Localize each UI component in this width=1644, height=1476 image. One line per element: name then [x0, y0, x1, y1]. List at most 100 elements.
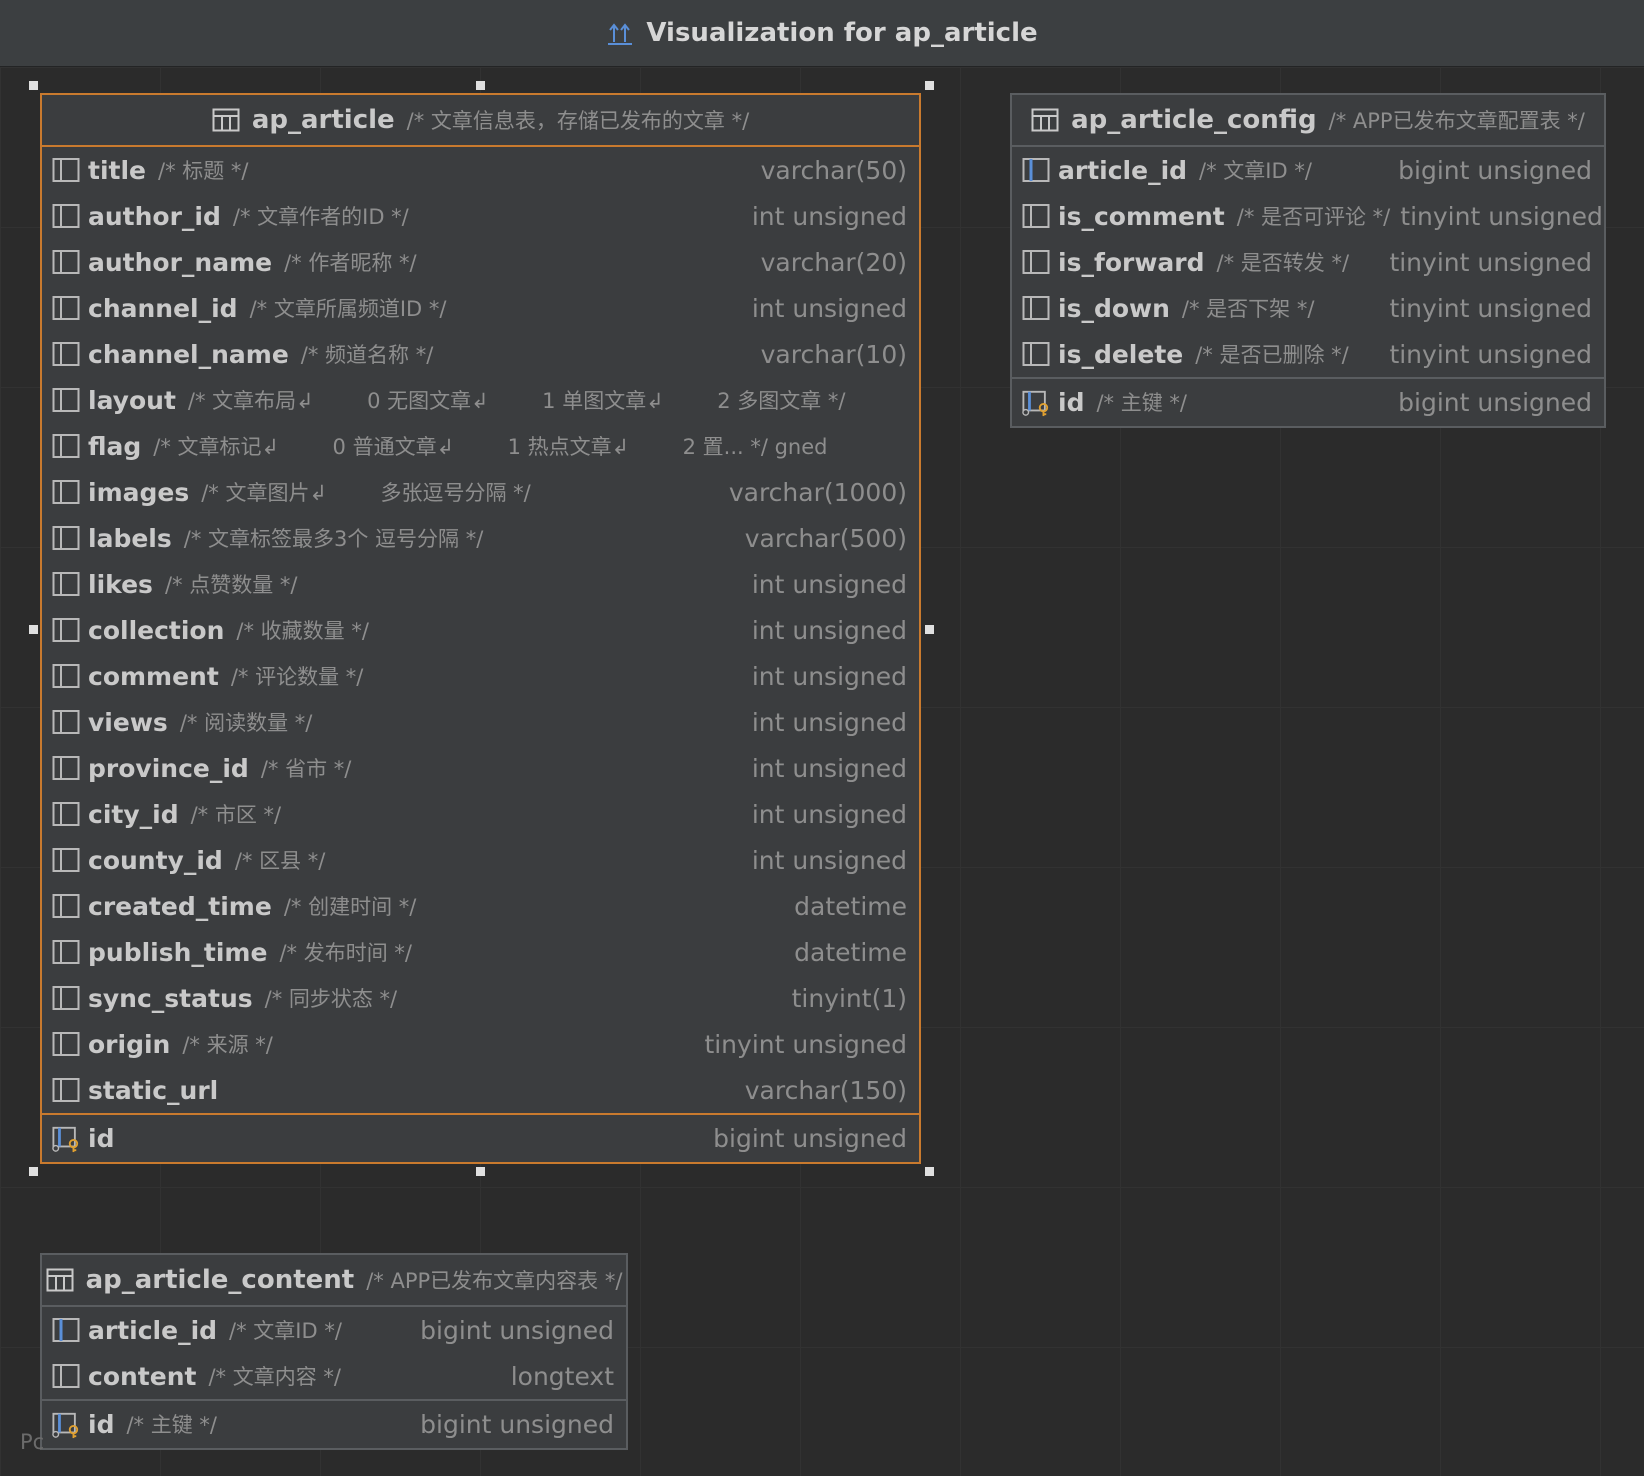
resize-handle-bottom-left[interactable]	[29, 1167, 38, 1176]
column-icon	[52, 755, 80, 781]
column-row[interactable]: is_delete /* 是否已删除 */ tinyint unsigned	[1012, 331, 1604, 377]
column-row[interactable]: comment /* 评论数量 */ int unsigned	[42, 653, 919, 699]
column-name: flag	[88, 431, 142, 461]
column-type: tinyint unsigned	[704, 1029, 907, 1059]
canvas-footer-text: Pc	[20, 1430, 45, 1454]
column-row[interactable]: author_id /* 文章作者的ID */ int unsigned	[42, 193, 919, 239]
column-name: origin	[88, 1029, 171, 1059]
column-comment: /* 同步状态 */	[264, 987, 398, 1011]
column-type: varchar(50)	[760, 155, 907, 185]
column-comment: /* 文章ID */	[1199, 159, 1312, 183]
column-comment: /* 省市 */	[260, 757, 352, 781]
table-ap-article-config[interactable]: ap_article_config /* APP已发布文章配置表 */ articl…	[1010, 93, 1606, 428]
column-comment: /* 收藏数量 */	[236, 619, 369, 643]
column-row[interactable]: likes /* 点赞数量 */ int unsigned	[42, 561, 919, 607]
column-name: title	[88, 155, 146, 185]
column-icon	[52, 525, 80, 551]
table-ap-article-content[interactable]: ap_article_content /* APP已发布文章内容表 */ artic…	[40, 1253, 628, 1450]
column-icon	[52, 801, 80, 827]
column-comment: /* 区县 */	[234, 849, 326, 873]
column-type: int unsigned	[751, 615, 907, 645]
column-name: collection	[88, 615, 225, 645]
column-row[interactable]: publish_time /* 发布时间 */ datetime	[42, 929, 919, 975]
foreign-key-column-icon	[1022, 157, 1050, 183]
column-row[interactable]: is_forward /* 是否转发 */ tinyint unsigned	[1012, 239, 1604, 285]
column-row[interactable]: author_name /* 作者昵称 */ varchar(20)	[42, 239, 919, 285]
table-icon	[1031, 108, 1059, 132]
resize-handle-top-left[interactable]	[29, 81, 38, 90]
column-comment: /* 文章ID */	[229, 1319, 342, 1343]
column-row[interactable]: origin /* 来源 */ tinyint unsigned	[42, 1021, 919, 1067]
table-header[interactable]: ap_article_config /* APP已发布文章配置表 */	[1012, 95, 1604, 147]
table-ap-article[interactable]: ap_article /* 文章信息表，存储已发布的文章 */ title /* 标题…	[40, 93, 921, 1164]
column-row[interactable]: article_id /* 文章ID */ bigint unsigned	[1012, 147, 1604, 193]
column-icon	[1022, 249, 1050, 275]
column-icon	[52, 985, 80, 1011]
table-name: ap_article	[251, 105, 395, 135]
column-icon	[1022, 203, 1050, 229]
resize-handle-top-right[interactable]	[925, 81, 934, 90]
resize-handle-top-center[interactable]	[476, 81, 485, 90]
column-icon	[52, 157, 80, 183]
column-row[interactable]: city_id /* 市区 */ int unsigned	[42, 791, 919, 837]
foreign-key-column-icon	[52, 1317, 80, 1343]
table-header[interactable]: ap_article /* 文章信息表，存储已发布的文章 */	[42, 95, 919, 147]
primary-key-row[interactable]: id /* 主键 */ bigint unsigned	[1012, 377, 1604, 425]
column-comment: /* 文章标记↲ 0 普通文章↲ 1 热点文章↲ 2 置... */ gned	[153, 435, 828, 459]
column-row[interactable]: province_id /* 省市 */ int unsigned	[42, 745, 919, 791]
column-icon	[52, 387, 80, 413]
column-row[interactable]: layout /* 文章布局↲ 0 无图文章↲ 1 单图文章↲ 2 多图文章 */	[42, 377, 919, 423]
resize-handle-middle-left[interactable]	[29, 625, 38, 634]
column-row[interactable]: channel_name /* 频道名称 */ varchar(10)	[42, 331, 919, 377]
primary-key-row[interactable]: id /* 主键 */ bigint unsigned	[42, 1399, 626, 1447]
visualization-icon	[606, 20, 634, 46]
column-row[interactable]: labels /* 文章标签最多3个 逗号分隔 */ varchar(500)	[42, 515, 919, 561]
column-row[interactable]: article_id /* 文章ID */ bigint unsigned	[42, 1307, 626, 1353]
column-row[interactable]: channel_id /* 文章所属频道ID */ int unsigned	[42, 285, 919, 331]
column-type: varchar(150)	[744, 1075, 907, 1105]
column-type: datetime	[794, 937, 907, 967]
column-row[interactable]: title /* 标题 */ varchar(50)	[42, 147, 919, 193]
column-name: is_comment	[1058, 201, 1225, 231]
column-comment: /* 主键 */	[1096, 391, 1187, 415]
column-icon	[1022, 341, 1050, 367]
resize-handle-bottom-center[interactable]	[476, 1167, 485, 1176]
column-type: tinyint unsigned	[1389, 293, 1592, 323]
column-row[interactable]: county_id /* 区县 */ int unsigned	[42, 837, 919, 883]
column-type: bigint unsigned	[713, 1123, 907, 1153]
column-name: publish_time	[88, 937, 268, 967]
resize-handle-middle-right[interactable]	[925, 625, 934, 634]
column-name: static_url	[88, 1075, 219, 1105]
column-type: longtext	[510, 1361, 614, 1391]
column-row[interactable]: images /* 文章图片↲ 多张逗号分隔 */ varchar(1000)	[42, 469, 919, 515]
column-type: bigint unsigned	[420, 1315, 614, 1345]
column-type: tinyint(1)	[791, 983, 907, 1013]
column-row[interactable]: flag /* 文章标记↲ 0 普通文章↲ 1 热点文章↲ 2 置... */ g…	[42, 423, 919, 469]
primary-key-row[interactable]: id bigint unsigned	[42, 1113, 919, 1161]
column-row[interactable]: sync_status /* 同步状态 */ tinyint(1)	[42, 975, 919, 1021]
column-comment: /* 是否下架 */	[1181, 297, 1315, 321]
column-comment: /* 频道名称 */	[300, 343, 434, 367]
column-row[interactable]: collection /* 收藏数量 */ int unsigned	[42, 607, 919, 653]
column-name: views	[88, 707, 168, 737]
column-row[interactable]: created_time /* 创建时间 */ datetime	[42, 883, 919, 929]
column-icon	[52, 709, 80, 735]
column-name: id	[1058, 387, 1085, 417]
column-type: int unsigned	[751, 753, 907, 783]
column-comment: /* 发布时间 */	[279, 941, 412, 965]
column-name: article_id	[88, 1315, 218, 1345]
column-row[interactable]: views /* 阅读数量 */ int unsigned	[42, 699, 919, 745]
column-icon	[52, 1031, 80, 1057]
column-icon	[52, 1363, 80, 1389]
column-icon	[52, 1077, 80, 1103]
table-comment: /* APP已发布文章配置表 */	[1328, 109, 1585, 133]
column-row[interactable]: static_url varchar(150)	[42, 1067, 919, 1113]
table-header[interactable]: ap_article_content /* APP已发布文章内容表 */	[42, 1255, 626, 1307]
column-name: is_down	[1058, 293, 1170, 323]
resize-handle-bottom-right[interactable]	[925, 1167, 934, 1176]
column-row[interactable]: content /* 文章内容 */ longtext	[42, 1353, 626, 1399]
column-row[interactable]: is_down /* 是否下架 */ tinyint unsigned	[1012, 285, 1604, 331]
column-comment: /* 创建时间 */	[283, 895, 417, 919]
column-comment: /* 文章图片↲ 多张逗号分隔 */	[201, 481, 531, 505]
column-row[interactable]: is_comment /* 是否可评论 */ tinyint unsigned	[1012, 193, 1604, 239]
